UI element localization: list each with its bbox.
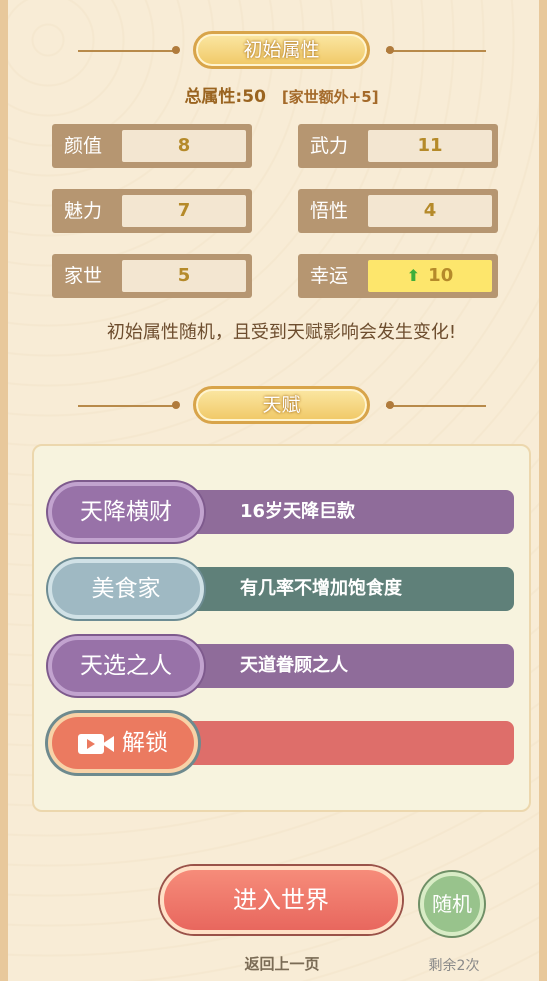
divider-dot xyxy=(386,46,394,54)
talent-header: 天赋 xyxy=(8,386,547,426)
stat-label: 颜值 xyxy=(64,135,103,157)
divider-line xyxy=(78,405,178,407)
talent-description: 有几率不增加饱食度 xyxy=(188,567,514,611)
talent-description: 天道眷顾之人 xyxy=(188,644,514,688)
random-button[interactable]: 随机 xyxy=(420,872,484,936)
total-attributes: 总属性:50 [家世额外+5] xyxy=(8,82,547,107)
stat-comprehension: 悟性 4 xyxy=(298,189,498,233)
stat-value: 7 xyxy=(122,195,246,227)
attributes-header: 初始属性 xyxy=(8,31,547,71)
divider-dot xyxy=(172,46,180,54)
stat-family: 家世 5 xyxy=(52,254,252,298)
divider-line xyxy=(78,50,178,52)
talent-row-locked[interactable]: 解锁 xyxy=(48,713,518,773)
talent-name-badge[interactable]: 美食家 xyxy=(48,559,204,619)
video-camera-icon xyxy=(78,732,116,756)
unlock-label: 解锁 xyxy=(122,730,168,756)
stat-force: 武力 11 xyxy=(298,124,498,168)
attributes-title: 初始属性 xyxy=(193,31,370,69)
game-screen: 初始属性 总属性:50 [家世额外+5] 颜值 8 武力 11 魅力 7 悟性 … xyxy=(0,0,547,981)
green-up-arrow-icon: ⬆ xyxy=(406,266,421,285)
divider-line xyxy=(386,50,486,52)
divider-dot xyxy=(386,401,394,409)
back-link[interactable]: 返回上一页 xyxy=(240,953,324,974)
stat-value: 8 xyxy=(122,130,246,162)
stat-value-boosted: ⬆ 10 xyxy=(368,260,492,292)
stat-value: 5 xyxy=(122,260,246,292)
remaining-count: 剩余2次 xyxy=(428,958,480,974)
stat-value: 10 xyxy=(428,265,454,286)
talent-row-1[interactable]: 16岁天降巨款 天降横财 xyxy=(48,482,518,542)
talent-name-badge[interactable]: 天降横财 xyxy=(48,482,204,542)
stat-value: 11 xyxy=(368,130,492,162)
stat-label: 幸运 xyxy=(310,265,349,287)
attributes-note: 初始属性随机，且受到天赋影响会发生变化! xyxy=(106,322,457,343)
family-bonus-label: [家世额外+5] xyxy=(281,88,379,106)
stat-label: 武力 xyxy=(310,135,349,157)
stat-value: 4 xyxy=(368,195,492,227)
enter-world-button[interactable]: 进入世界 xyxy=(160,866,402,934)
total-label: 总属性:50 xyxy=(184,87,266,107)
unlock-button[interactable]: 解锁 xyxy=(48,713,198,773)
divider-line xyxy=(386,405,486,407)
talent-row-2[interactable]: 有几率不增加饱食度 美食家 xyxy=(48,559,518,619)
stat-label: 魅力 xyxy=(64,200,103,222)
locked-talent-bar xyxy=(188,721,514,765)
stat-label: 悟性 xyxy=(310,200,349,222)
stat-appearance: 颜值 8 xyxy=(52,124,252,168)
stat-luck: 幸运 ⬆ 10 xyxy=(298,254,498,298)
stat-label: 家世 xyxy=(64,265,103,287)
talent-title: 天赋 xyxy=(193,386,370,424)
stat-charm: 魅力 7 xyxy=(52,189,252,233)
talent-name-badge[interactable]: 天选之人 xyxy=(48,636,204,696)
divider-dot xyxy=(172,401,180,409)
talent-description: 16岁天降巨款 xyxy=(188,490,514,534)
talent-row-3[interactable]: 天道眷顾之人 天选之人 xyxy=(48,636,518,696)
